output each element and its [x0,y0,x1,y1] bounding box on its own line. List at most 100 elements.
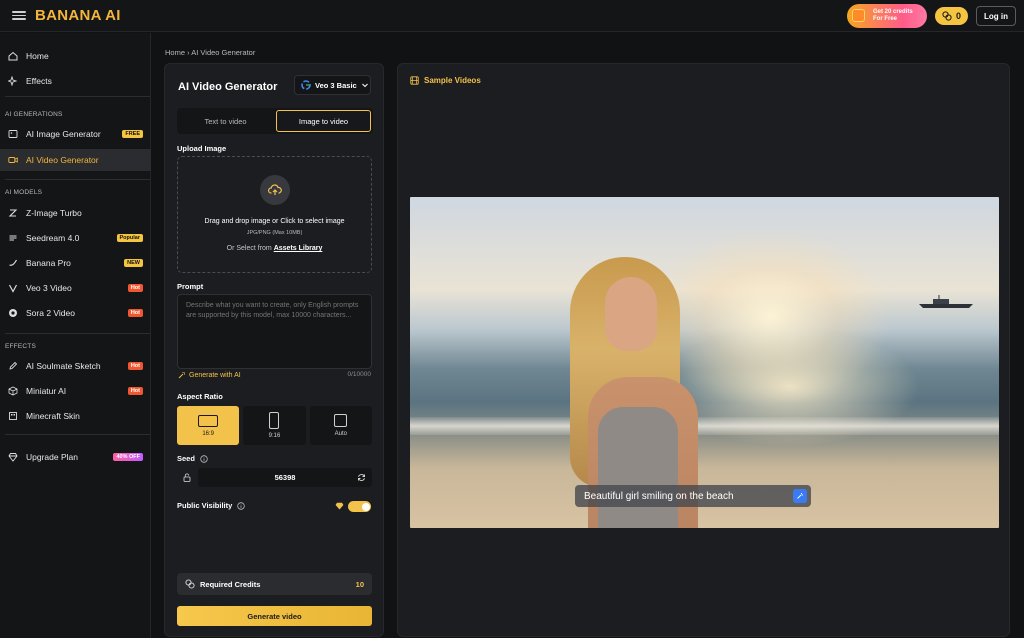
sidebar-item-upgrade-plan[interactable]: Upgrade Plan 40% OFF [0,446,151,468]
hot-badge: Hot [127,387,143,395]
sidebar-item-ai-soulmate-sketch[interactable]: AI Soulmate Sketch Hot [0,355,151,377]
promo-banner[interactable]: Get 20 credits For Free [846,4,927,28]
sidebar-item-label: Sora 2 Video [26,308,75,318]
magic-wand-icon [797,493,803,499]
top-bar: BANANA AI Get 20 credits For Free 0 Log … [0,0,1024,32]
sample-videos-title: Sample Videos [424,76,481,85]
sidebar-item-label: Miniatur AI [26,386,67,396]
sora-icon [8,308,18,318]
seed-input[interactable]: 56398 [198,468,372,487]
required-credits-label: Required Credits [200,579,261,589]
ratio-9-16[interactable]: 9:16 [243,406,306,445]
upload-instructions: Drag and drop image or Click to select i… [204,218,345,225]
sidebar-item-ai-image-generator[interactable]: AI Image Generator FREE [0,123,151,145]
sidebar-item-label: Banana Pro [26,258,71,268]
prompt-label: Prompt [177,282,204,291]
discount-badge: 40% OFF [113,453,143,461]
sample-videos-header: Sample Videos [410,76,481,85]
magic-wand-button[interactable] [793,489,807,503]
seed-value: 56398 [274,473,296,482]
diamond-icon [8,452,18,462]
generate-video-button[interactable]: Generate video [177,606,372,626]
upload-dropzone[interactable]: Drag and drop image or Click to select i… [177,156,372,273]
ratio-auto[interactable]: Auto [309,406,372,445]
tab-image-to-video[interactable]: Image to video [276,110,371,132]
promo-line-1: Get 20 credits [872,9,913,15]
block-icon [8,411,18,421]
coins-icon [942,11,952,21]
sidebar-item-seedream[interactable]: Seedream 4.0 Popular [0,227,151,249]
visibility-label-row: Public Visibility [177,501,245,510]
sidebar-item-miniatur-ai[interactable]: Miniatur AI Hot [0,380,151,402]
menu-icon[interactable] [12,11,26,20]
magic-wand-icon [178,372,185,379]
required-credits-row: Required Credits 10 [177,573,372,595]
sidebar-item-label: Veo 3 Video [26,283,72,293]
info-icon[interactable] [237,501,245,510]
prompt-input[interactable] [177,294,372,369]
hot-badge: Hot [127,362,143,370]
sidebar-item-label: Home [26,51,49,61]
pencil-icon [8,361,18,371]
sidebar-item-effects[interactable]: Effects [0,70,151,92]
upload-format-hint: JPG/PNG (Max 10MB) [246,230,303,236]
divider [5,333,150,334]
lock-icon[interactable] [177,468,196,487]
aspect-ratio-label: Aspect Ratio [177,392,223,401]
divider [5,179,150,180]
coins-icon [185,579,195,589]
google-icon [301,80,311,90]
upload-label: Upload Image [177,144,227,153]
boat-graphic [919,295,973,308]
breadcrumb[interactable]: Home › AI Video Generator [165,48,255,57]
sidebar-item-label: Minecraft Skin [26,411,80,421]
section-ai-models: AI MODELS [5,189,43,196]
tab-text-to-video[interactable]: Text to video [179,110,272,132]
ratio-label: 16:9 [202,430,214,437]
info-icon[interactable] [200,454,208,463]
veo-icon [8,283,18,293]
panel-title: AI Video Generator [178,81,278,93]
promo-line-2: For Free [872,16,897,22]
portrait-icon [269,412,280,429]
assets-library-link[interactable]: Assets Library [274,245,323,252]
ratio-16-9[interactable]: 16:9 [177,406,240,445]
sidebar-item-minecraft-skin[interactable]: Minecraft Skin [0,405,151,427]
cube-icon [8,386,18,396]
public-visibility-toggle[interactable] [348,501,371,512]
sparkle-icon [8,76,18,86]
sidebar-item-z-image-turbo[interactable]: Z-Image Turbo [0,202,151,224]
model-select[interactable]: Veo 3 Basic [294,75,371,95]
hot-badge: Hot [127,309,143,317]
sidebar-item-label: AI Soulmate Sketch [26,361,101,371]
image-icon [8,129,18,139]
sidebar-item-home[interactable]: Home [0,45,151,67]
required-credits-value: 10 [355,579,364,589]
video-icon [8,155,18,165]
logo[interactable]: BANANA AI [35,7,121,24]
refresh-icon[interactable] [357,473,366,482]
seed-control: 56398 [177,468,372,487]
credits-badge[interactable]: 0 [934,7,968,25]
sample-video-player[interactable]: Beautiful girl smiling on the beach [410,197,999,528]
gift-icon [851,9,865,22]
visibility-label: Public Visibility [177,501,233,510]
video-caption: Beautiful girl smiling on the beach [575,485,811,507]
sidebar-item-banana-pro[interactable]: Banana Pro NEW [0,252,151,274]
landscape-icon [198,414,219,427]
sidebar-item-label: AI Video Generator [26,155,99,165]
sidebar-item-label: Effects [26,76,52,86]
credits-count: 0 [955,11,961,21]
video-caption-text: Beautiful girl smiling on the beach [584,490,734,502]
sidebar-item-veo-3-video[interactable]: Veo 3 Video Hot [0,277,151,299]
login-button[interactable]: Log in [976,6,1016,26]
generator-panel: AI Video Generator Veo 3 Basic Text to v… [164,63,384,637]
generate-with-ai-button[interactable]: Generate with AI [178,371,241,379]
character-count: 0/10000 [347,371,372,378]
ratio-label: 9:16 [268,433,281,439]
assets-library-line: Or Select from Assets Library [178,245,371,252]
aspect-ratio-options: 16:9 9:16 Auto [177,406,372,445]
sidebar-item-sora-2-video[interactable]: Sora 2 Video Hot [0,302,151,324]
seed-label: Seed [177,454,195,463]
sidebar-item-ai-video-generator[interactable]: AI Video Generator [0,149,151,171]
